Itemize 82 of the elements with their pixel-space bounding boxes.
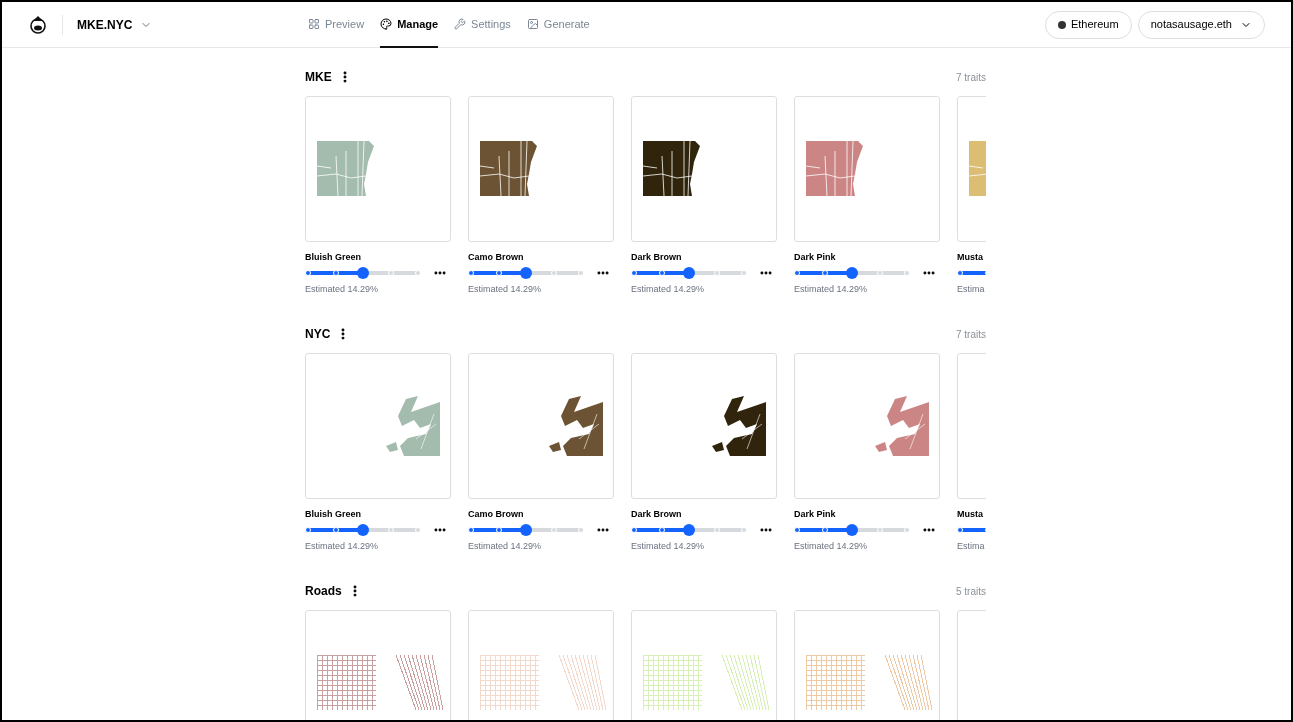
mascot-logo-icon[interactable] [28, 14, 48, 35]
slider-stop[interactable] [876, 527, 883, 533]
trait-name: Bluish Green [305, 508, 361, 520]
slider-stop[interactable] [415, 270, 421, 276]
trait-name: Dark Brown [631, 508, 682, 520]
slider-stop[interactable] [957, 270, 963, 276]
slider-thumb[interactable] [357, 524, 369, 536]
trait-preview-card[interactable] [631, 353, 777, 499]
trait-preview-card[interactable] [468, 96, 614, 242]
project-dropdown[interactable]: MKE.NYC [77, 15, 153, 34]
wrench-icon [454, 18, 467, 30]
grid-icon [308, 18, 320, 30]
slider-stop[interactable] [578, 527, 584, 533]
section-title: MKE [305, 69, 332, 86]
slider-stop[interactable] [794, 270, 800, 276]
trait-name: Dark Brown [631, 251, 682, 263]
slider-stop[interactable] [741, 270, 747, 276]
slider-stop[interactable] [495, 270, 502, 276]
trait-estimate: Estimated 14.29% [468, 540, 542, 552]
slider-stop[interactable] [468, 527, 474, 533]
trait-estimate: Estimated 14.29% [631, 540, 705, 552]
trait-estimate: Estimated 14.29% [305, 283, 379, 295]
slider-stop[interactable] [387, 270, 394, 276]
nav-tab[interactable]: Settings [454, 2, 511, 48]
nav-tab[interactable]: Preview [308, 2, 365, 48]
trait-estimate: Estimated 14.29% [794, 540, 868, 552]
slider-stop[interactable] [876, 270, 883, 276]
trait-estimate: Estimated 14.29% [305, 540, 379, 552]
trait-name: Camo Brown [468, 508, 524, 520]
slider-stop[interactable] [305, 270, 311, 276]
slider-stop[interactable] [713, 270, 720, 276]
nav-tab[interactable]: Manage [380, 2, 439, 48]
trait-name: Camo Brown [468, 251, 524, 263]
trait-estimate: Estima [957, 283, 985, 295]
trait-count: 5 traits [956, 584, 986, 599]
section-title: NYC [305, 326, 331, 343]
slider-stop[interactable] [658, 270, 665, 276]
trait-name: Dark Pink [794, 251, 836, 263]
slider-stop[interactable] [631, 270, 637, 276]
slider-stop[interactable] [957, 527, 963, 533]
slider-stop[interactable] [415, 527, 421, 533]
slider-stop[interactable] [468, 270, 474, 276]
trait-estimate: Estimated 14.29% [631, 283, 705, 295]
slider-stop[interactable] [741, 527, 747, 533]
slider-stop[interactable] [794, 527, 800, 533]
slider-stop[interactable] [387, 527, 394, 533]
slider-thumb[interactable] [846, 267, 858, 279]
slider-thumb[interactable] [357, 267, 369, 279]
slider-stop[interactable] [550, 527, 557, 533]
trait-name: Dark Pink [794, 508, 836, 520]
slider-stop[interactable] [821, 527, 828, 533]
trait-name: Bluish Green [305, 251, 361, 263]
trait-name: Musta [957, 508, 983, 520]
slider-thumb[interactable] [683, 524, 695, 536]
nav-tab[interactable]: Generate [526, 2, 590, 48]
slider-stop[interactable] [631, 527, 637, 533]
slider-stop[interactable] [821, 270, 828, 276]
trait-estimate: Estimated 14.29% [794, 283, 868, 295]
slider-thumb[interactable] [683, 267, 695, 279]
image-icon [526, 18, 539, 30]
trait-count: 7 traits [956, 327, 986, 342]
slider-stop[interactable] [578, 270, 584, 276]
slider-stop[interactable] [658, 527, 665, 533]
palette-icon [380, 18, 393, 30]
trait-estimate: Estima [957, 540, 985, 552]
trait-estimate: Estimated 14.29% [468, 283, 542, 295]
slider-stop[interactable] [904, 527, 910, 533]
slider-stop[interactable] [332, 527, 339, 533]
slider-stop[interactable] [904, 270, 910, 276]
trait-count: 7 traits [956, 70, 986, 85]
slider-stop[interactable] [713, 527, 720, 533]
trait-preview-card[interactable] [631, 96, 777, 242]
trait-name: Musta [957, 251, 983, 263]
section-title: Roads [305, 583, 342, 600]
slider-thumb[interactable] [520, 267, 532, 279]
slider-stop[interactable] [305, 527, 311, 533]
slider-thumb[interactable] [846, 524, 858, 536]
slider-stop[interactable] [495, 527, 502, 533]
trait-preview-card[interactable] [468, 353, 614, 499]
slider-stop[interactable] [550, 270, 557, 276]
slider-thumb[interactable] [520, 524, 532, 536]
slider-stop[interactable] [332, 270, 339, 276]
